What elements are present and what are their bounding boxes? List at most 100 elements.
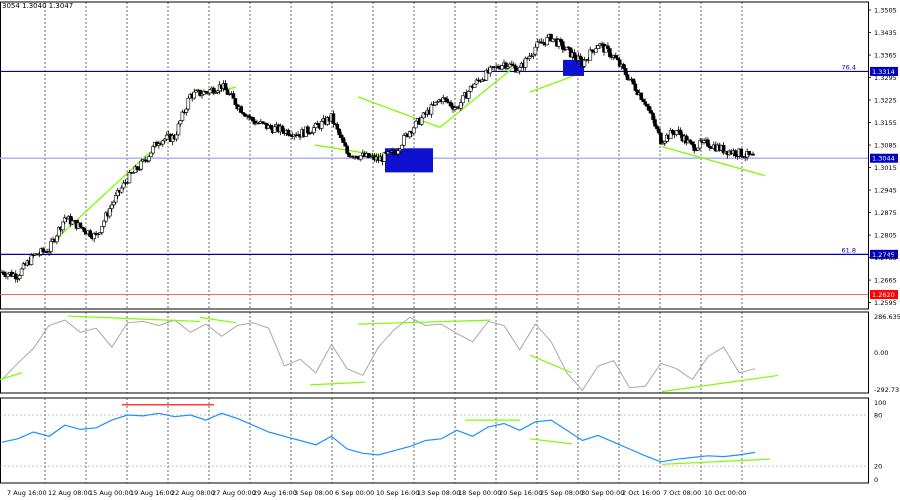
candle-body (643, 101, 647, 105)
candle-body (488, 66, 493, 74)
cci-tick-label: -292.7316 (874, 386, 900, 394)
candle-body (459, 102, 463, 109)
candle-body (186, 97, 191, 110)
candle-body (639, 92, 644, 100)
candle-body (649, 110, 653, 114)
candle-body (6, 273, 10, 277)
y-tick-label: 1.3015 (874, 164, 897, 172)
candle-body (657, 128, 661, 134)
candle-body (2, 271, 6, 276)
candle-body (121, 182, 126, 189)
candle-body (82, 228, 87, 233)
candle-body (659, 132, 663, 145)
candle-body (419, 117, 424, 125)
candle-body (29, 254, 34, 265)
trendline (439, 65, 516, 128)
candle-body (359, 155, 363, 160)
candle-body (670, 130, 675, 134)
rsi-line (1, 412, 756, 463)
candle-body (151, 146, 155, 154)
x-tick-label: 13 Sep 08:00 (417, 489, 460, 497)
x-tick-label: 29 Aug 16:00 (253, 489, 297, 497)
candle-body (461, 95, 465, 104)
candle-body (113, 195, 118, 203)
y-tick-label: 1.2945 (874, 187, 897, 195)
candle-body (17, 275, 22, 279)
candle-body (582, 59, 587, 67)
candle-body (272, 126, 277, 133)
candle-body (335, 123, 340, 130)
zones (385, 59, 584, 173)
candle-body (49, 240, 53, 252)
candle-body (268, 125, 273, 129)
candle-body (578, 55, 583, 60)
candle-body (19, 268, 24, 276)
candle-body (231, 93, 236, 99)
candle-body (13, 273, 18, 280)
candle-body (733, 150, 738, 157)
candle-body (239, 106, 244, 113)
candle-body (449, 102, 453, 107)
price-tag-text-current: 1.3044 (872, 155, 895, 163)
candle-body (559, 39, 563, 43)
rsi-panel (1, 404, 771, 465)
candle-body (413, 120, 418, 129)
rsi-tick-label: 0 (874, 476, 878, 484)
candle-body (402, 135, 406, 146)
x-tick-label: 7 Aug 16:00 (7, 489, 47, 497)
candle-body (523, 57, 528, 68)
candle-body (343, 142, 347, 147)
candle-body (561, 41, 565, 50)
candle-body (706, 139, 710, 147)
candle-body (147, 156, 151, 162)
forex-chart: 76.41.33141.304461.81.27451.2620 7 Aug 1… (0, 1, 900, 497)
candle-body (647, 106, 651, 111)
cci-panel (0, 315, 779, 393)
x-tick-label: 22 Aug 08:00 (171, 489, 215, 497)
candle-body (139, 160, 144, 170)
cci-trendline (357, 319, 491, 325)
candle-body (400, 144, 404, 150)
candle-body (678, 129, 683, 136)
candle-body (341, 137, 346, 143)
candle-body (164, 134, 169, 140)
x-tick-label: 12 Aug 08:00 (48, 489, 92, 497)
y-tick-label: 1.3295 (874, 74, 897, 82)
price-tag-text-support: 1.2620 (872, 291, 895, 299)
candle-body (119, 187, 124, 193)
y-tick-label: 1.3155 (874, 119, 897, 127)
candle-body (339, 134, 344, 138)
candle-body (88, 230, 93, 237)
candle-body (306, 126, 310, 134)
candle-body (160, 140, 165, 145)
candle-body (110, 204, 114, 209)
candle-body (606, 45, 610, 49)
candle-body (337, 128, 342, 136)
rsi-tick-label: 20 (874, 463, 882, 471)
x-tick-label: 10 Oct 00:00 (704, 489, 746, 497)
candle-body (331, 113, 336, 125)
candle-body (596, 45, 600, 49)
candle-body (280, 125, 285, 132)
candle-body (692, 144, 697, 151)
candle-body (472, 83, 477, 88)
candle-body (345, 145, 349, 154)
candle-body (545, 37, 549, 46)
candle-body (690, 141, 695, 145)
cci-trendline (529, 354, 573, 374)
candle-body (751, 153, 755, 156)
candle-body (100, 226, 104, 233)
candle-body (55, 235, 59, 243)
candle-body (149, 152, 153, 157)
level-label-fib-76: 76.4 (842, 63, 856, 71)
candle-body (208, 89, 212, 94)
candle-body (233, 98, 238, 106)
candle-body (176, 123, 181, 136)
cci-trendline (67, 315, 201, 323)
candle-body (108, 208, 112, 217)
cci-tick-label: 286.6354 (874, 313, 900, 321)
cci-trendline (309, 381, 366, 386)
candle-body (621, 63, 626, 69)
candle-body (396, 150, 400, 155)
x-tick-label: 6 Sep 00:00 (335, 489, 374, 497)
